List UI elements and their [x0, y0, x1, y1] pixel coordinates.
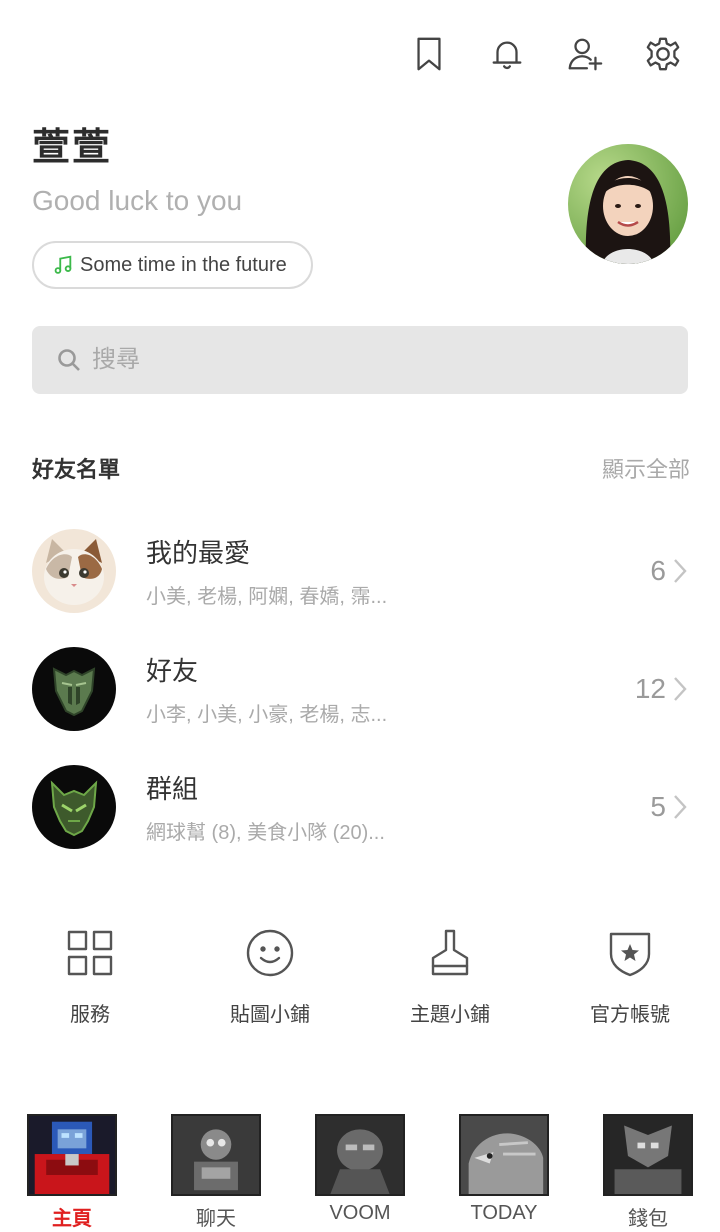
profile-music-label: Some time in the future [80, 253, 287, 276]
show-all-link[interactable]: 顯示全部 [602, 452, 690, 484]
friends-section-header: 好友名單 顯示全部 [32, 452, 690, 484]
smiley-icon [246, 929, 294, 977]
profile-status-message[interactable]: Good luck to you [32, 185, 313, 217]
groups-avatar [32, 765, 116, 849]
tab-wallet-label: 錢包 [628, 1208, 668, 1230]
list-item-count: 12 [634, 673, 666, 704]
tab-voom-label: VOOM [329, 1202, 391, 1224]
music-note-icon [54, 255, 72, 274]
list-item-subtitle: 小李, 小美, 小豪, 老楊, 志... [146, 704, 388, 726]
today-tab-icon [459, 1114, 549, 1196]
list-item-friends[interactable]: 好友 小李, 小美, 小豪, 老楊, 志... 12 [32, 630, 690, 748]
friends-avatar [32, 647, 116, 731]
chevron-right-icon [672, 793, 688, 821]
service-label: 服務 [70, 1004, 110, 1026]
chevron-right-icon [672, 675, 688, 703]
tab-chat-label: 聊天 [196, 1208, 236, 1230]
section-title: 好友名單 [32, 457, 121, 482]
list-item-title: 我的最愛 [146, 538, 251, 568]
search-icon [58, 349, 80, 371]
bottom-nav: 主頁 聊天 VOOM TODAY 錢包 [0, 1114, 720, 1232]
official-account-label: 官方帳號 [590, 1004, 670, 1026]
voom-tab-icon [315, 1114, 405, 1196]
tab-home[interactable]: 主頁 [0, 1114, 144, 1232]
home-tab-icon [27, 1114, 117, 1196]
search-bar[interactable] [32, 326, 688, 394]
avatar[interactable] [568, 144, 688, 264]
gear-icon[interactable] [642, 32, 684, 76]
tab-today[interactable]: TODAY [432, 1114, 576, 1232]
bell-icon[interactable] [486, 32, 528, 76]
chevron-right-icon [672, 557, 688, 585]
services-row: 服務 貼圖小鋪 主題小鋪 官方帳號 [0, 926, 720, 1027]
list-item-count: 5 [650, 791, 666, 822]
list-item-favorites[interactable]: 我的最愛 小美, 老楊, 阿嫻, 春嬌, 霈... 6 [32, 512, 690, 630]
grid-icon [67, 930, 113, 976]
favorites-avatar [32, 529, 116, 613]
official-account-button[interactable]: 官方帳號 [540, 926, 720, 1027]
sticker-shop-button[interactable]: 貼圖小鋪 [180, 926, 360, 1027]
service-button[interactable]: 服務 [0, 926, 180, 1027]
tab-voom[interactable]: VOOM [288, 1114, 432, 1232]
list-item-groups[interactable]: 群組 網球幫 (8), 美食小隊 (20)... 5 [32, 748, 690, 866]
top-toolbar [408, 32, 684, 76]
tab-today-label: TODAY [470, 1202, 538, 1224]
chat-tab-icon [171, 1114, 261, 1196]
profile-name[interactable]: 萱萱 [32, 116, 313, 171]
bookmark-icon[interactable] [408, 32, 450, 76]
list-item-count: 6 [650, 555, 666, 586]
tab-home-label: 主頁 [52, 1208, 92, 1230]
list-item-subtitle: 小美, 老楊, 阿嫻, 春嬌, 霈... [146, 586, 388, 608]
list-item-title: 群組 [146, 774, 199, 804]
brush-icon [431, 929, 469, 976]
tab-chat[interactable]: 聊天 [144, 1114, 288, 1232]
add-friend-icon[interactable] [564, 32, 606, 76]
wallet-tab-icon [603, 1114, 693, 1196]
list-item-subtitle: 網球幫 (8), 美食小隊 (20)... [146, 822, 385, 844]
sticker-shop-label: 貼圖小鋪 [230, 1004, 310, 1026]
friend-list: 我的最愛 小美, 老楊, 阿嫻, 春嬌, 霈... 6 好友 小李, 小美, 小… [32, 512, 690, 866]
search-input[interactable] [92, 346, 652, 374]
profile-music-button[interactable]: Some time in the future [32, 241, 313, 289]
list-item-title: 好友 [146, 656, 199, 686]
theme-shop-button[interactable]: 主題小鋪 [360, 926, 540, 1027]
tab-wallet[interactable]: 錢包 [576, 1114, 720, 1232]
theme-shop-label: 主題小鋪 [410, 1004, 490, 1026]
profile-section: 萱萱 Good luck to you Some time in the fut… [32, 116, 313, 289]
shield-star-icon [609, 932, 651, 977]
